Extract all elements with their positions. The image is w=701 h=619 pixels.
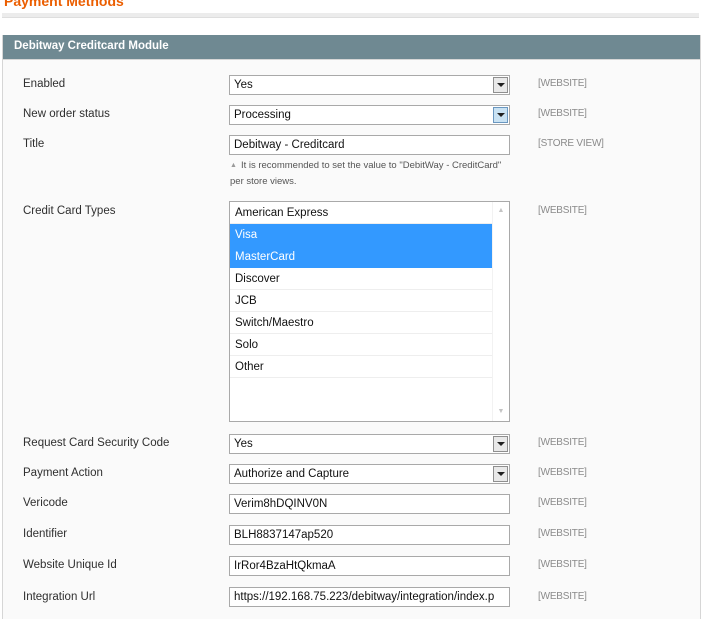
website-uid-scope: [WEBSITE]	[538, 559, 587, 570]
title-scope: [STORE VIEW]	[538, 138, 604, 149]
enabled-scope: [WEBSITE]	[538, 78, 587, 89]
chevron-down-icon[interactable]	[493, 107, 508, 123]
title-input[interactable]: Debitway - Creditcard	[229, 135, 510, 155]
integration-url-scope: [WEBSITE]	[538, 591, 587, 602]
vericode-scope: [WEBSITE]	[538, 497, 587, 508]
page-title: Payment Methods	[4, 0, 124, 9]
identifier-input[interactable]: BLH8837147ap520	[229, 525, 510, 545]
cc-option-switch-maestro[interactable]: Switch/Maestro	[230, 312, 492, 334]
vericode-input[interactable]: Verim8hDQINV0N	[229, 494, 510, 514]
cc-option-discover[interactable]: Discover	[230, 268, 492, 290]
identifier-label: Identifier	[23, 528, 68, 540]
enabled-value: Yes	[234, 79, 253, 91]
chevron-down-icon[interactable]	[493, 77, 508, 93]
payment-action-select[interactable]: Authorize and Capture	[229, 464, 510, 484]
chevron-down-icon[interactable]	[493, 466, 508, 482]
cc-types-scrollbar[interactable]: ▲ ▼	[492, 202, 509, 421]
section-header[interactable]: Debitway Creditcard Module	[3, 35, 700, 59]
cc-types-scope: [WEBSITE]	[538, 205, 587, 216]
website-uid-input[interactable]: IrRor4BzaHtQkmaA	[229, 556, 510, 576]
triangle-up-icon: ▲	[230, 162, 237, 169]
title-note-text: It is recommended to set the value to "D…	[230, 160, 502, 187]
new-order-status-label: New order status	[23, 108, 110, 120]
payment-action-label: Payment Action	[23, 467, 103, 479]
payment-action-scope: [WEBSITE]	[538, 467, 587, 478]
identifier-scope: [WEBSITE]	[538, 528, 587, 539]
cc-option-jcb[interactable]: JCB	[230, 290, 492, 312]
cc-option-solo[interactable]: Solo	[230, 334, 492, 356]
cc-option-other[interactable]: Other	[230, 356, 492, 378]
cc-option-visa[interactable]: Visa	[230, 224, 492, 246]
cc-option-american-express[interactable]: American Express	[230, 202, 492, 224]
title-divider	[2, 13, 699, 18]
new-order-status-value: Processing	[234, 109, 291, 121]
scroll-down-arrow-icon[interactable]: ▼	[493, 405, 509, 419]
title-label: Title	[23, 138, 45, 150]
integration-url-label: Integration Url	[23, 591, 96, 603]
cc-types-label: Credit Card Types	[23, 205, 116, 217]
scroll-up-arrow-icon[interactable]: ▲	[493, 204, 509, 218]
vericode-label: Vericode	[23, 497, 68, 509]
enabled-label: Enabled	[23, 78, 66, 90]
cc-types-multiselect[interactable]: American Express Visa MasterCard Discove…	[229, 201, 510, 422]
new-order-status-select[interactable]: Processing	[229, 105, 510, 125]
website-uid-label: Website Unique Id	[23, 559, 117, 571]
integration-url-input[interactable]: https://192.168.75.223/debitway/integrat…	[229, 587, 510, 607]
new-order-status-scope: [WEBSITE]	[538, 108, 587, 119]
payment-action-value: Authorize and Capture	[234, 468, 350, 480]
cc-option-mastercard[interactable]: MasterCard	[230, 246, 492, 268]
title-note: ▲ It is recommended to set the value to "…	[230, 158, 510, 190]
request-csc-label: Request Card Security Code	[23, 437, 170, 449]
chevron-down-icon[interactable]	[493, 436, 508, 452]
request-csc-select[interactable]: Yes	[229, 434, 510, 454]
request-csc-scope: [WEBSITE]	[538, 437, 587, 448]
enabled-select[interactable]: Yes	[229, 75, 510, 95]
request-csc-value: Yes	[234, 438, 253, 450]
